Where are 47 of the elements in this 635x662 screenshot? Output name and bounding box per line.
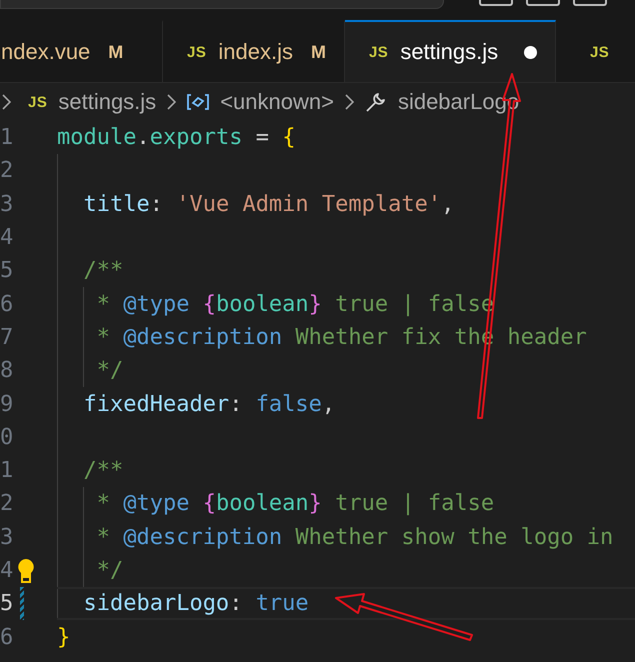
unsaved-dot-icon[interactable]: [524, 46, 537, 58]
breadcrumb-item[interactable]: settings.js: [58, 89, 156, 115]
editor-tab[interactable]: JS settings.js: [344, 20, 556, 82]
code-text: */: [96, 358, 124, 384]
code-text: title: 'Vue Admin Template',: [83, 192, 454, 217]
code-text: * @description Whether show the logo in: [96, 524, 614, 550]
line-number: 7: [0, 324, 12, 350]
line-number: 1: [0, 125, 12, 150]
code-text: /**: [83, 258, 124, 284]
layout-icon[interactable]: [479, 0, 513, 6]
line-number: 4: [0, 558, 12, 583]
js-file-icon: JS: [187, 44, 206, 60]
code-text: }: [57, 624, 70, 650]
code-text: module.exports = {: [57, 125, 296, 150]
chevron-icon: [167, 94, 176, 110]
lightbulb-icon[interactable]: [17, 558, 35, 584]
layout-icon[interactable]: [573, 0, 607, 6]
line-number: 6: [0, 292, 12, 317]
line-number: 1: [0, 458, 12, 484]
layout-icon[interactable]: [526, 0, 560, 6]
line-number: 9: [0, 392, 12, 417]
line-number: 3: [0, 192, 12, 217]
code-text: */: [96, 558, 124, 583]
chevron-icon: [2, 94, 11, 110]
modified-label: M: [310, 42, 326, 62]
breadcrumb-item[interactable]: <unknown>: [220, 89, 334, 115]
line-number: 2: [0, 491, 12, 516]
line-number: 4: [0, 225, 12, 250]
editor-tab[interactable]: ndex.vue M: [0, 20, 163, 82]
wrench-icon: [364, 91, 387, 113]
line-number: 2: [0, 158, 12, 184]
js-file-icon: JS: [590, 44, 610, 60]
code-text: sidebarLogo: true: [83, 591, 309, 616]
line-number: 3: [0, 524, 12, 550]
code-text: /**: [83, 458, 124, 484]
line-number: 5: [0, 591, 12, 616]
symbol-icon: [187, 93, 210, 111]
line-number: 0: [0, 424, 12, 450]
line-number: 8: [0, 358, 12, 384]
js-file-icon: JS: [368, 44, 388, 60]
line-number: 5: [0, 258, 12, 284]
code-text: * @type {boolean} true | false: [96, 491, 494, 516]
line-number: 6: [0, 624, 12, 650]
modified-label: M: [108, 42, 124, 62]
chevron-icon: [344, 94, 354, 110]
code-text: fixedHeader: false,: [83, 392, 336, 417]
js-file-icon: JS: [28, 94, 48, 110]
